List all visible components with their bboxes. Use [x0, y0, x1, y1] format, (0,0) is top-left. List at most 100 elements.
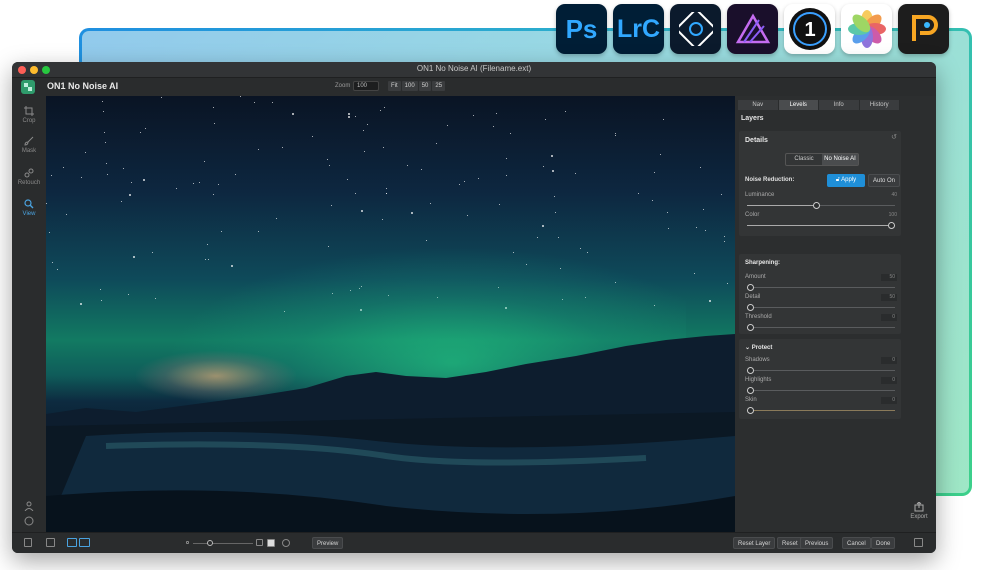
photo-canvas[interactable]: [46, 96, 735, 532]
toggle-left-panel-icon[interactable]: [24, 538, 32, 547]
capture-one-text: 1: [804, 19, 815, 41]
amount-label: Amount: [745, 274, 766, 280]
zoom-slider[interactable]: [193, 540, 253, 546]
shadows-value[interactable]: 0: [881, 357, 897, 364]
marketing-stage: Ps LrC 1 ON1 No Noise AI (Filename.ext) …: [0, 0, 996, 570]
noise-reduction-label: Noise Reduction:: [745, 177, 795, 183]
photoshop-logo-text: Ps: [565, 13, 598, 44]
threshold-slider-knob[interactable]: [747, 324, 754, 331]
zoom-25-button[interactable]: 25: [432, 81, 446, 91]
details-title: Details: [745, 137, 768, 144]
mode-classic[interactable]: Classic: [786, 154, 822, 165]
tab-nav[interactable]: Nav: [738, 100, 779, 110]
left-toolbar: Crop Mask Retouch View: [12, 96, 46, 532]
details-section: Details ↺ Classic No Noise AI Noise Redu…: [739, 131, 901, 236]
zoom-label: Zoom: [335, 83, 351, 89]
color-label: Color: [745, 212, 760, 218]
tool-crop[interactable]: Crop: [12, 106, 46, 124]
color-slider-knob[interactable]: [888, 222, 895, 229]
capture-one-logo-icon: 1: [784, 4, 835, 54]
toggle-right-panel-icon[interactable]: [914, 538, 923, 547]
skin-slider[interactable]: [747, 407, 895, 414]
split-view-icon[interactable]: [79, 538, 90, 547]
compare-icon[interactable]: [46, 538, 55, 547]
highlights-value[interactable]: 0: [881, 377, 897, 384]
mode-no-noise-ai[interactable]: No Noise AI: [822, 154, 858, 165]
amount-value[interactable]: 50: [881, 274, 897, 281]
threshold-slider[interactable]: [747, 324, 895, 331]
chevron-down-icon: ⌄: [745, 345, 752, 351]
tool-view[interactable]: View: [12, 199, 46, 217]
app-name: ON1 No Noise AI: [47, 81, 119, 91]
tab-levels[interactable]: Levels: [778, 100, 819, 110]
detail-value[interactable]: 50: [881, 294, 897, 301]
zoom-100-button[interactable]: 100: [401, 81, 418, 91]
luminance-label: Luminance: [745, 192, 775, 198]
mode-toggle: Classic No Noise AI: [785, 153, 859, 166]
zoom-small-icon: [186, 541, 189, 544]
zoom-50-button[interactable]: 50: [418, 81, 432, 91]
apply-label: Apply: [841, 177, 857, 183]
apple-photos-logo-icon: [841, 4, 892, 54]
brush-icon: [24, 136, 34, 146]
tool-crop-label: Crop: [22, 118, 36, 124]
crop-icon: [24, 106, 34, 116]
export-icon: [914, 501, 924, 512]
host-app-logos: Ps LrC 1: [556, 4, 949, 54]
tab-history[interactable]: History: [859, 100, 900, 110]
affinity-photo-logo-icon: [727, 4, 778, 54]
export-label: Export: [910, 514, 928, 520]
shadows-label: Shadows: [745, 357, 770, 363]
skin-slider-knob[interactable]: [747, 407, 754, 414]
shadows-slider-knob[interactable]: [747, 367, 754, 374]
luminance-value: 40: [891, 192, 897, 198]
zoom-select[interactable]: 100: [353, 81, 379, 91]
tool-mask[interactable]: Mask: [12, 136, 46, 154]
tool-retouch-label: Retouch: [17, 180, 41, 186]
reset-icon[interactable]: ↺: [891, 133, 897, 141]
protect-title[interactable]: ⌄ Protect: [745, 344, 772, 351]
reset-layer-button[interactable]: Reset Layer: [733, 537, 776, 549]
detail-slider-knob[interactable]: [747, 304, 754, 311]
color-value: 100: [888, 212, 897, 218]
mask-view-icon[interactable]: [267, 539, 275, 547]
auto-on-button[interactable]: Auto On: [868, 174, 900, 187]
apply-button[interactable]: 🔓︎ Apply: [827, 174, 865, 187]
retouch-icon: [24, 168, 34, 178]
mountain-landscape: [46, 334, 735, 532]
photoshop-elements-logo-icon: [670, 4, 721, 54]
reset-button[interactable]: Reset: [777, 537, 803, 549]
sharpening-title: Sharpening:: [745, 260, 781, 266]
color-slider[interactable]: [747, 222, 895, 229]
single-view-icon[interactable]: [67, 538, 77, 547]
app-window: ON1 No Noise AI (Filename.ext) ON1 No No…: [12, 62, 936, 553]
protect-section: ⌄ Protect Shadows 0 Highlights 0 Skin 0: [739, 339, 901, 419]
cancel-button[interactable]: Cancel: [842, 537, 871, 549]
highlights-slider[interactable]: [747, 387, 895, 394]
export-button[interactable]: Export: [906, 501, 932, 520]
detail-slider[interactable]: [747, 304, 895, 311]
window-title: ON1 No Noise AI (Filename.ext): [416, 64, 532, 73]
luminance-slider-knob[interactable]: [813, 202, 820, 209]
zoom-fit-button[interactable]: Fit: [388, 81, 401, 91]
overlay-icon[interactable]: [282, 539, 290, 547]
amount-slider[interactable]: [747, 284, 895, 291]
help-icon[interactable]: [12, 516, 46, 528]
preview-button[interactable]: Preview: [312, 537, 344, 549]
amount-slider-knob[interactable]: [747, 284, 754, 291]
tab-info[interactable]: Info: [819, 100, 860, 110]
bottom-bar: Preview Reset Layer Reset Previous Cance…: [12, 532, 936, 553]
skin-label: Skin: [745, 397, 757, 403]
tool-retouch[interactable]: Retouch: [12, 168, 46, 186]
shadows-slider[interactable]: [747, 367, 895, 374]
skin-value[interactable]: 0: [881, 397, 897, 404]
done-button[interactable]: Done: [871, 537, 896, 549]
lightroom-logo-text: LrC: [616, 14, 661, 43]
user-icon[interactable]: [12, 501, 46, 513]
protect-title-text: Protect: [751, 345, 773, 351]
zoom-slider-knob[interactable]: [207, 540, 213, 546]
highlights-slider-knob[interactable]: [747, 387, 754, 394]
previous-button[interactable]: Previous: [800, 537, 834, 549]
luminance-slider[interactable]: [747, 202, 895, 209]
threshold-value[interactable]: 0: [881, 314, 897, 321]
